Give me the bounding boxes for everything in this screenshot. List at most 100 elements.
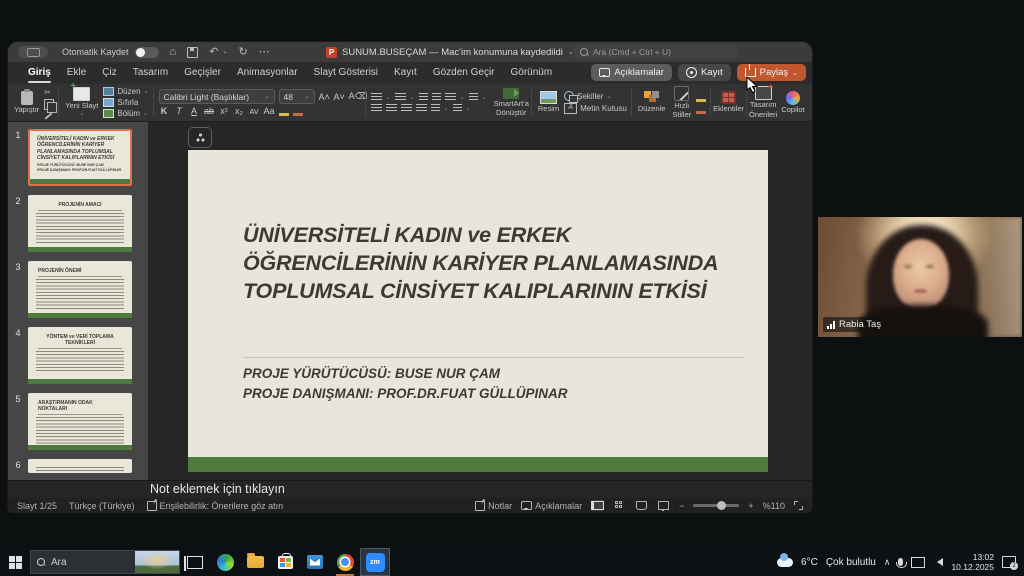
convert-smartart-button[interactable]: SmartArt'aDönüştür	[492, 84, 531, 121]
reading-view-button[interactable]	[635, 500, 648, 511]
notification-center-icon[interactable]: 2	[1002, 556, 1016, 568]
shape-fill-icon[interactable]	[696, 92, 706, 102]
slide-canvas[interactable]: ÜNİVERSİTELİ KADIN ve ERKEK ÖĞRENCİLERİN…	[188, 150, 768, 472]
indent-increase-icon[interactable]	[432, 93, 441, 102]
zoom-in-button[interactable]: +	[748, 501, 753, 511]
slide-sorter-view-button[interactable]	[613, 500, 626, 511]
thumbnail-slide[interactable]: PROJENİN ÖNEMİ	[28, 261, 132, 318]
window-controls-pill[interactable]	[18, 46, 48, 58]
mail-button[interactable]	[300, 548, 330, 576]
thumbnail-item-5[interactable]: 5 ARAŞTIRMANIN ODAK NOKTALARI	[8, 393, 148, 450]
task-view-button[interactable]	[180, 548, 210, 576]
tab-ekle[interactable]: Ekle	[59, 62, 94, 84]
thumbnail-slide[interactable]: YÖNTEM ve VERİ TOPLAMA TEKNİKLERİ	[28, 327, 132, 384]
slide-subtitle[interactable]: PROJE YÜRÜTÜCÜSÜ: BUSE NUR ÇAM PROJE DAN…	[243, 364, 568, 405]
section-button[interactable]: Bölüm⌄	[103, 109, 148, 118]
notes-pane[interactable]: Not eklemek için tıklayın	[8, 480, 812, 498]
chrome-button[interactable]	[330, 548, 360, 576]
highlight-color-button[interactable]	[279, 106, 289, 116]
font-name-select[interactable]: Calibri Light (Başlıklar)⌄	[159, 89, 275, 104]
cut-icon[interactable]: ✂	[44, 88, 54, 97]
arrange-button[interactable]: Düzenle	[636, 91, 668, 113]
title-chevron-icon[interactable]: ⌄	[568, 48, 574, 56]
webcam-video-tile[interactable]: Rabia Taş	[818, 217, 1022, 337]
home-icon[interactable]: ⌂	[170, 47, 177, 58]
zoom-slider-knob[interactable]	[717, 501, 726, 510]
line-spacing-icon[interactable]	[445, 93, 456, 102]
search-input[interactable]: Ara (Cmd + Ctrl + U)	[574, 45, 738, 59]
underline-button[interactable]: A	[189, 106, 200, 116]
align-center-icon[interactable]	[386, 104, 397, 113]
thumbnail-item-6[interactable]: 6	[8, 459, 148, 473]
undo-icon[interactable]: ↶	[209, 47, 218, 58]
thumbnail-slide-selected[interactable]: ÜNİVERSİTELİ KADIN ve ERKEK ÖĞRENCİLERİN…	[28, 129, 132, 186]
tab-tasarim[interactable]: Tasarım	[125, 62, 177, 84]
slide-thumbnail-panel[interactable]: 1 ÜNİVERSİTELİ KADIN ve ERKEK ÖĞRENCİLER…	[8, 122, 148, 480]
clock[interactable]: 13:02 10.12.2025	[951, 552, 994, 572]
columns-icon[interactable]	[469, 93, 478, 102]
tab-slayt-gosterisi[interactable]: Slayt Gösterisi	[306, 62, 386, 84]
normal-view-button[interactable]	[591, 500, 604, 511]
font-size-select[interactable]: 48⌄	[279, 89, 315, 104]
annotation-tool-button[interactable]	[188, 127, 212, 148]
picture-button[interactable]: Resim	[536, 91, 561, 113]
justify-icon[interactable]	[416, 104, 427, 113]
format-painter-icon[interactable]	[45, 112, 53, 119]
record-button[interactable]: Kayıt	[678, 64, 731, 81]
quick-styles-button[interactable]: HızlıStiller	[670, 86, 693, 120]
align-right-icon[interactable]	[401, 104, 412, 113]
speaker-icon[interactable]	[933, 558, 943, 566]
fit-slide-button[interactable]	[794, 501, 803, 510]
taskbar-search-box[interactable]: Ara	[30, 550, 180, 574]
zoom-out-button[interactable]: −	[679, 501, 684, 511]
zoom-slider[interactable]	[693, 504, 739, 507]
notes-toggle-button[interactable]: Notlar	[475, 501, 512, 511]
file-explorer-button[interactable]	[240, 548, 270, 576]
tab-gecisler[interactable]: Geçişler	[176, 62, 229, 84]
change-case-button[interactable]: Aa	[264, 106, 275, 116]
thumbnail-slide[interactable]: ARAŞTIRMANIN ODAK NOKTALARI	[28, 393, 132, 450]
align-left-icon[interactable]	[371, 104, 382, 113]
edge-taskbar-button[interactable]	[210, 548, 240, 576]
thumbnail-item-2[interactable]: 2 PROJENİN AMACI	[8, 195, 148, 252]
slide-editing-area[interactable]: ÜNİVERSİTELİ KADIN ve ERKEK ÖĞRENCİLERİN…	[148, 122, 812, 480]
save-icon[interactable]	[187, 47, 198, 58]
strikethrough-button[interactable]: ab	[204, 106, 215, 116]
zoom-level[interactable]: %110	[763, 501, 785, 511]
numbering-icon[interactable]	[395, 93, 406, 102]
clear-formatting-button[interactable]: A⌫	[349, 91, 360, 102]
weather-icon[interactable]	[777, 558, 793, 567]
tab-giris[interactable]: Giriş	[20, 62, 59, 84]
font-color-button[interactable]	[293, 106, 303, 116]
shape-outline-icon[interactable]	[696, 104, 706, 114]
slide-counter[interactable]: Slayt 1/25	[17, 501, 57, 511]
reset-button[interactable]: Sıfırla	[103, 98, 148, 107]
zoom-app-button[interactable]: zm	[360, 548, 390, 576]
tab-animasyonlar[interactable]: Animasyonlar	[229, 62, 306, 84]
tab-gorunum[interactable]: Görünüm	[503, 62, 561, 84]
microsoft-store-button[interactable]	[270, 548, 300, 576]
slideshow-button[interactable]	[657, 500, 670, 511]
start-button[interactable]	[0, 548, 30, 576]
indent-decrease-icon[interactable]	[419, 93, 428, 102]
copilot-button[interactable]: Copilot	[779, 84, 806, 121]
weather-temp[interactable]: 6°C	[801, 557, 818, 568]
screen-share-icon[interactable]	[911, 557, 925, 568]
paste-button[interactable]: Yapıştır	[12, 91, 41, 114]
new-slide-button[interactable]: Yeni Slayt ⌄	[63, 87, 100, 118]
comments-button[interactable]: Açıklamalar	[591, 64, 672, 81]
subscript-button[interactable]: x₂	[234, 106, 245, 116]
language-indicator[interactable]: Türkçe (Türkiye)	[69, 501, 135, 511]
accessibility-status[interactable]: Erişilebilirlik: Önerilere göz atın	[147, 501, 284, 511]
weather-desc[interactable]: Çok bulutlu	[826, 557, 876, 568]
autosave-toggle[interactable]	[135, 47, 159, 58]
align-text-icon[interactable]	[453, 104, 462, 113]
italic-button[interactable]: T	[174, 106, 185, 116]
notes-placeholder[interactable]: Not eklemek için tıklayın	[150, 482, 285, 496]
superscript-button[interactable]: x²	[219, 106, 230, 116]
thumbnail-item-1[interactable]: 1 ÜNİVERSİTELİ KADIN ve ERKEK ÖĞRENCİLER…	[8, 129, 148, 186]
grow-font-button[interactable]: A˄	[319, 92, 330, 102]
search-highlight-image[interactable]	[135, 551, 179, 573]
thumbnail-item-3[interactable]: 3 PROJENİN ÖNEMİ	[8, 261, 148, 318]
redo-icon[interactable]: ↻	[238, 47, 247, 58]
